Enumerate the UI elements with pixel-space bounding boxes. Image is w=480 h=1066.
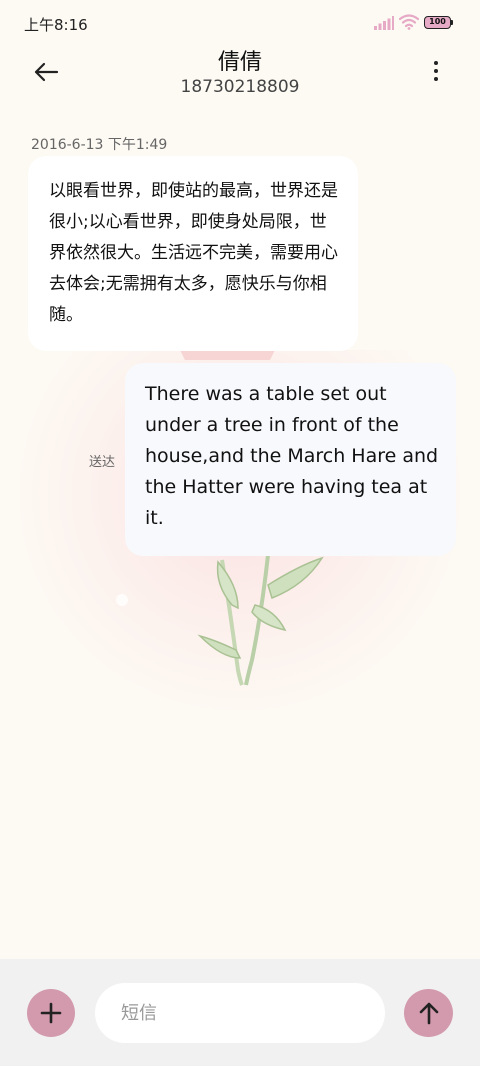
arrow-left-icon xyxy=(34,62,59,82)
status-bar: 上午8:16 100 xyxy=(0,0,480,44)
more-options-button[interactable] xyxy=(420,56,452,86)
contact-number: 18730218809 xyxy=(180,77,300,97)
battery-level: 100 xyxy=(429,17,446,26)
more-vertical-icon xyxy=(434,61,438,65)
delivery-status: 送达 xyxy=(89,455,116,470)
message-composer xyxy=(0,959,480,1066)
contact-name: 倩倩 xyxy=(217,50,262,75)
signal-icon xyxy=(374,16,394,30)
message-input[interactable] xyxy=(95,983,385,1043)
status-time: 上午8:16 xyxy=(24,16,88,34)
send-button[interactable] xyxy=(404,989,453,1037)
wifi-icon xyxy=(399,14,419,30)
conversation-header: 倩倩 18730218809 xyxy=(0,44,480,104)
plus-icon xyxy=(40,1002,62,1024)
message-timestamp: 2016-6-13 下午1:49 xyxy=(31,137,168,153)
received-message-bubble[interactable]: 以眼看世界，即使站的最高，世界还是很小;以心看世界，即使身处局限，世界依然很大。… xyxy=(28,156,358,351)
arrow-up-icon xyxy=(419,1002,438,1025)
battery-icon: 100 xyxy=(424,16,454,29)
add-attachment-button[interactable] xyxy=(27,989,75,1037)
sent-message-bubble[interactable]: There was a table set out under a tree i… xyxy=(125,363,456,556)
back-button[interactable] xyxy=(26,54,66,90)
